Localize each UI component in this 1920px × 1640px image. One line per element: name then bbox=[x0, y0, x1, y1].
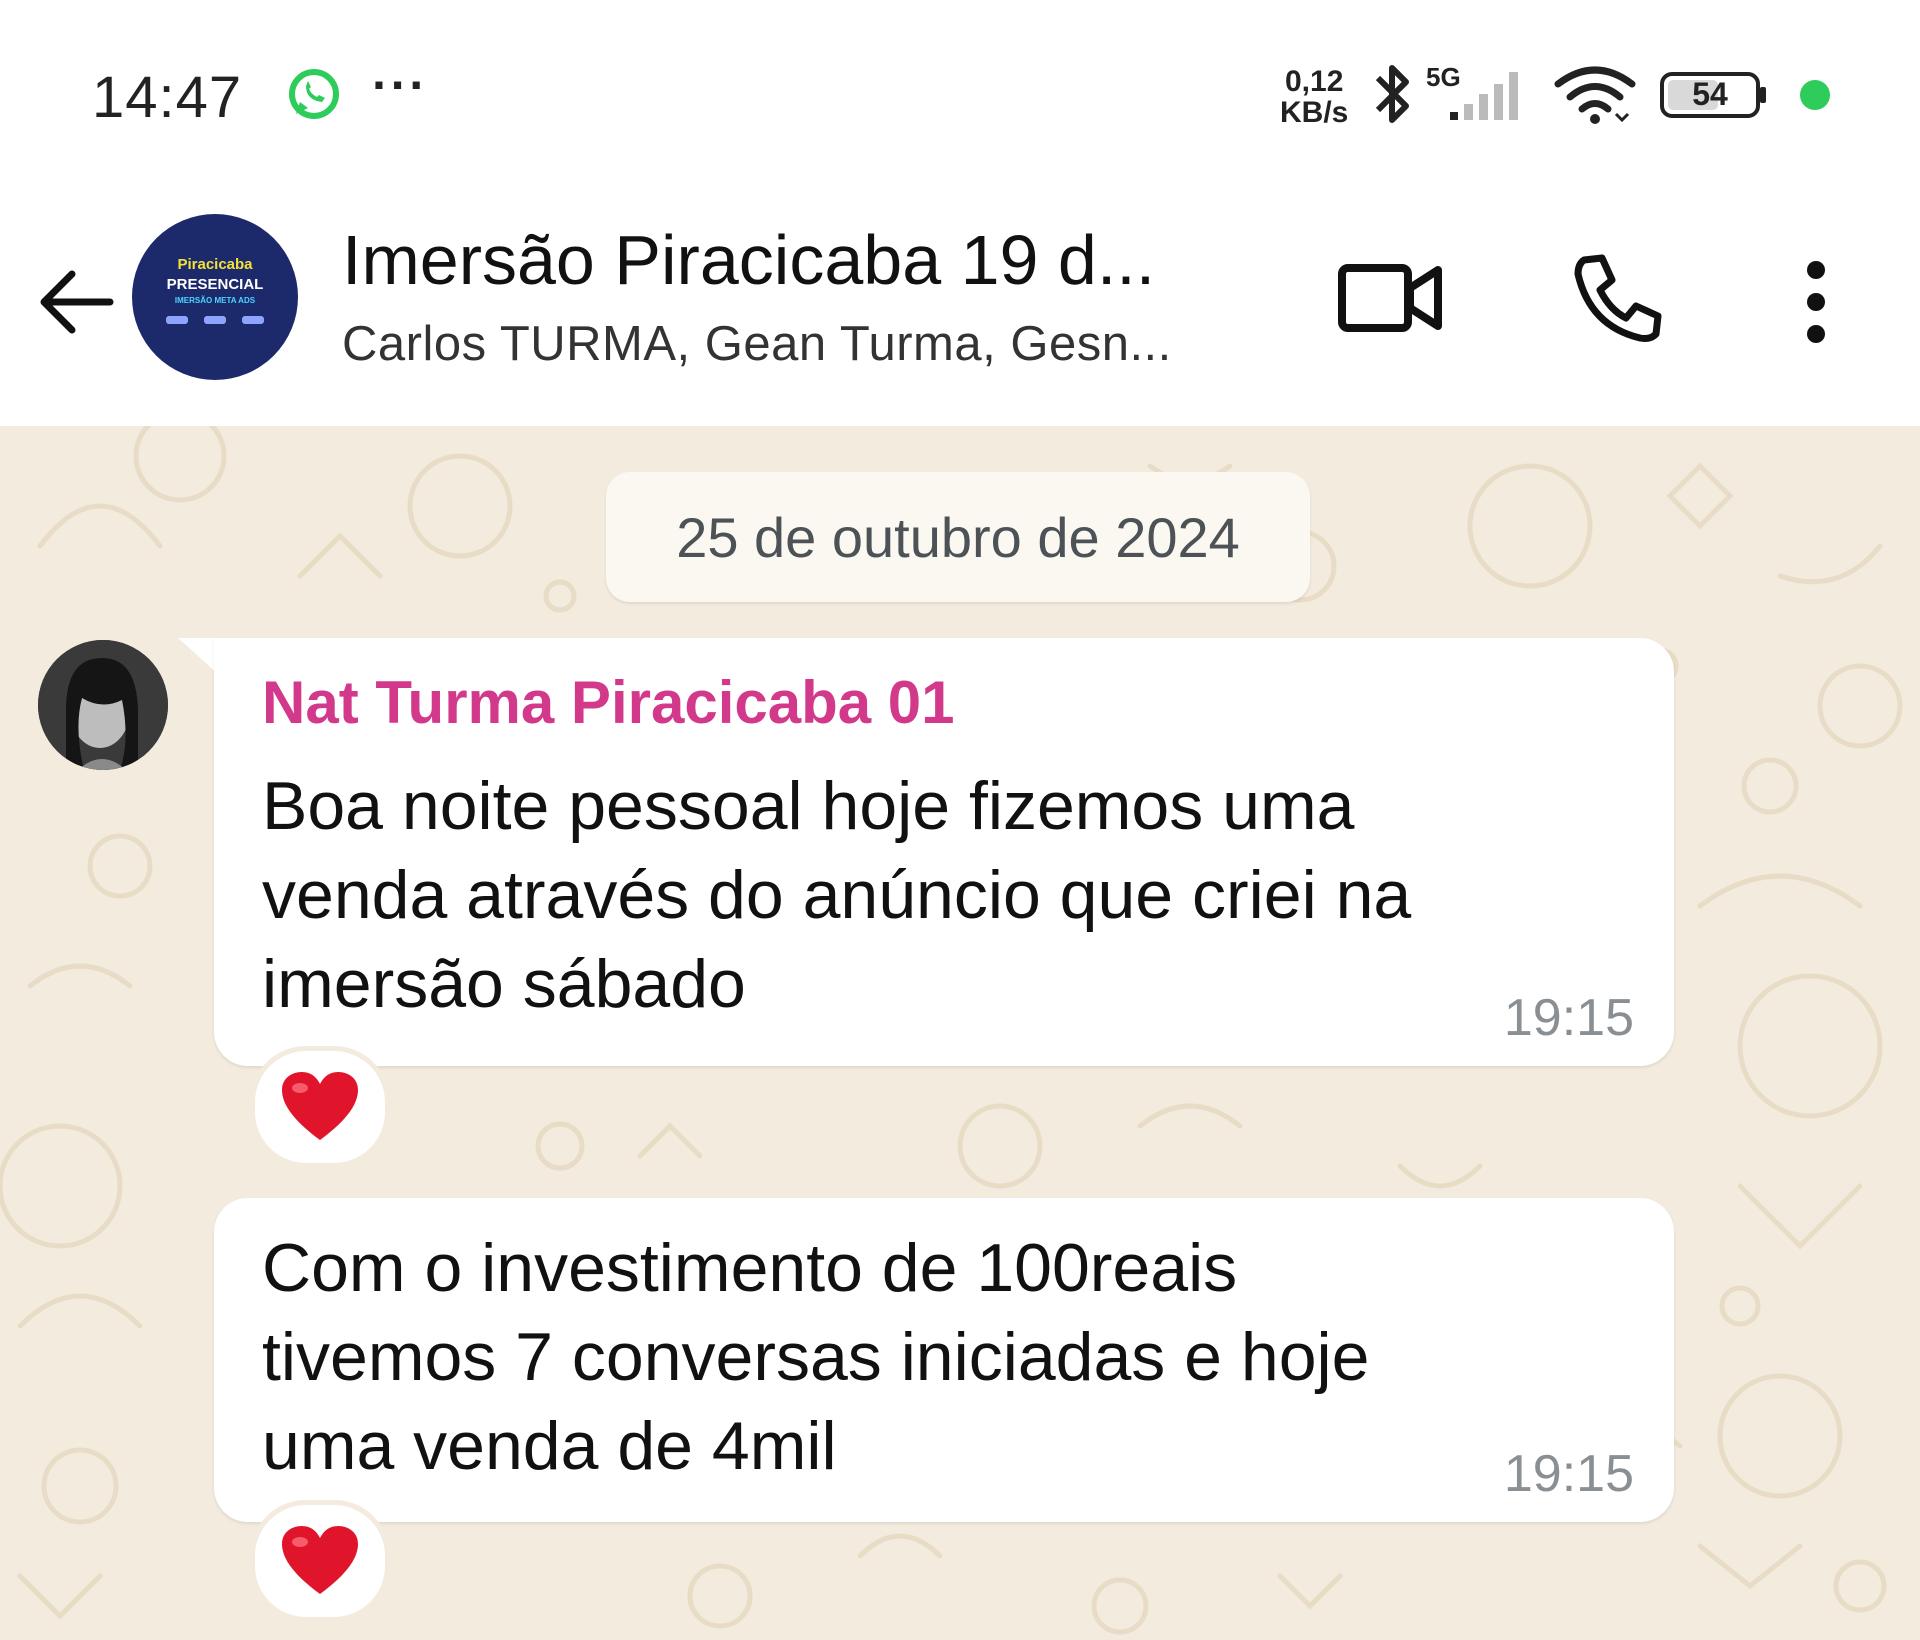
message-line: Boa noite pessoal hoje fizemos uma bbox=[262, 768, 1355, 844]
message-text: Boa noite pessoal hoje fizemos uma venda… bbox=[262, 762, 1562, 1029]
whatsapp-icon bbox=[289, 69, 339, 119]
phone-icon[interactable] bbox=[1570, 250, 1666, 346]
signal-icon bbox=[1450, 72, 1518, 120]
message-bubble[interactable]: Com o investimento de 100reais tivemos 7… bbox=[214, 1198, 1674, 1522]
network-speed: 0,12 KB/s bbox=[1280, 66, 1348, 128]
back-arrow-icon[interactable] bbox=[36, 262, 116, 342]
message-line: Com o investimento de 100reais bbox=[262, 1230, 1238, 1306]
sender-avatar[interactable] bbox=[38, 640, 168, 770]
network-speed-value: 0,12 bbox=[1284, 65, 1344, 98]
group-avatar-line-1: Piracicaba bbox=[177, 256, 253, 273]
message-line: imersão sábado bbox=[262, 946, 746, 1022]
message-sender-name[interactable]: Nat Turma Piracicaba 01 bbox=[262, 668, 955, 737]
message-line: tivemos 7 conversas iniciadas e hoje bbox=[262, 1319, 1370, 1395]
heart-icon bbox=[282, 1526, 358, 1594]
group-title[interactable]: Imersão Piracicaba 19 d... bbox=[342, 220, 1155, 300]
wifi-icon bbox=[1554, 66, 1636, 124]
chat-area[interactable]: 25 de outubro de 2024 Nat Turma Piracica… bbox=[0, 426, 1920, 1640]
chat-header: Piracicaba PRESENCIAL IMERSÃO META ADS I… bbox=[0, 190, 1920, 426]
message-text: Com o investimento de 100reais tivemos 7… bbox=[262, 1224, 1562, 1491]
network-speed-unit: KB/s bbox=[1280, 96, 1349, 129]
video-call-icon[interactable] bbox=[1338, 254, 1442, 342]
battery-icon: 54 bbox=[1660, 72, 1770, 118]
bluetooth-icon bbox=[1375, 65, 1409, 123]
more-vert-icon[interactable] bbox=[1790, 252, 1842, 352]
battery-level: 54 bbox=[1692, 76, 1728, 112]
message-line: venda através do anúncio que criei na bbox=[262, 857, 1412, 933]
heart-icon bbox=[282, 1072, 358, 1140]
privacy-indicator-dot bbox=[1800, 80, 1830, 110]
message-time: 19:15 bbox=[1503, 1445, 1634, 1503]
message-bubble[interactable]: Nat Turma Piracicaba 01 Boa noite pessoa… bbox=[214, 638, 1674, 1066]
message-reaction[interactable] bbox=[250, 1500, 390, 1622]
group-members[interactable]: Carlos TURMA, Gean Turma, Gesn... bbox=[342, 316, 1172, 372]
group-avatar-line-2: PRESENCIAL bbox=[166, 276, 264, 293]
message-time: 19:15 bbox=[1503, 989, 1634, 1047]
status-time: 14:47 bbox=[92, 65, 243, 130]
more-notifications-icon: ··· bbox=[372, 57, 428, 113]
group-avatar[interactable]: Piracicaba PRESENCIAL IMERSÃO META ADS bbox=[132, 214, 298, 380]
status-bar: 14:47 ··· 0,12 KB/s 5G 54 bbox=[0, 0, 1920, 190]
date-separator: 25 de outubro de 2024 bbox=[606, 472, 1310, 602]
group-avatar-line-3: IMERSÃO META ADS bbox=[174, 296, 256, 305]
message-reaction[interactable] bbox=[250, 1046, 390, 1168]
bubble-tail bbox=[178, 638, 218, 674]
group-avatar-badges bbox=[166, 316, 264, 336]
message-line: uma venda de 4mil bbox=[262, 1408, 837, 1484]
